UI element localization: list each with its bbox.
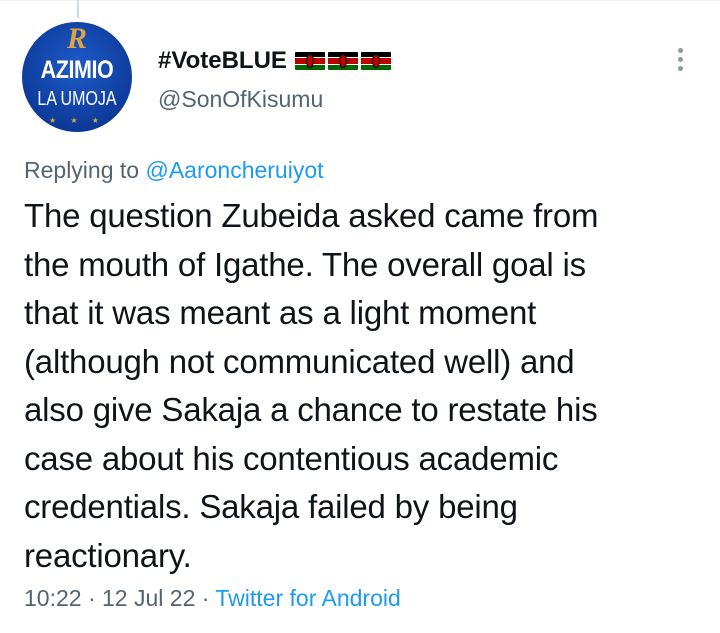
reply-mention-link[interactable]: @Aaroncheruiyot: [145, 157, 323, 183]
flag-emojis: [294, 52, 391, 70]
tweet-time[interactable]: 10:22: [24, 585, 82, 611]
more-vertical-icon[interactable]: [666, 44, 694, 74]
avatar-stars: ★ ★ ★: [49, 116, 105, 125]
kenya-flag-icon: [360, 52, 391, 70]
more-dot: [677, 65, 683, 71]
more-dot: [677, 56, 683, 62]
tweet-source-link[interactable]: Twitter for Android: [215, 585, 400, 611]
display-name: #VoteBLUE: [158, 47, 287, 74]
thread-connector-line: [77, 0, 79, 18]
author-name-row[interactable]: #VoteBLUE: [158, 46, 391, 76]
avatar-monogram: R: [66, 22, 87, 55]
tweet-text: The question Zubeida asked came from the…: [24, 197, 599, 574]
replying-to: Replying to @Aaroncheruiyot: [24, 157, 324, 184]
top-divider: [0, 0, 720, 1]
avatar-text-la-umoja: LA UMOJA: [37, 88, 117, 110]
more-dot: [677, 47, 683, 53]
avatar[interactable]: R AZIMIO LA UMOJA ★ ★ ★: [22, 22, 132, 132]
tweet-date[interactable]: 12 Jul 22: [102, 585, 195, 611]
tweet-meta: 10:22 · 12 Jul 22 · Twitter for Android: [24, 585, 401, 612]
kenya-flag-icon: [294, 52, 325, 70]
meta-separator: ·: [81, 585, 103, 611]
kenya-flag-icon: [327, 52, 358, 70]
replying-to-label: Replying to: [24, 157, 146, 183]
meta-separator: ·: [195, 585, 216, 611]
avatar-text-azimio: AZIMIO: [40, 56, 114, 84]
author-handle[interactable]: @SonOfKisumu: [158, 86, 323, 113]
